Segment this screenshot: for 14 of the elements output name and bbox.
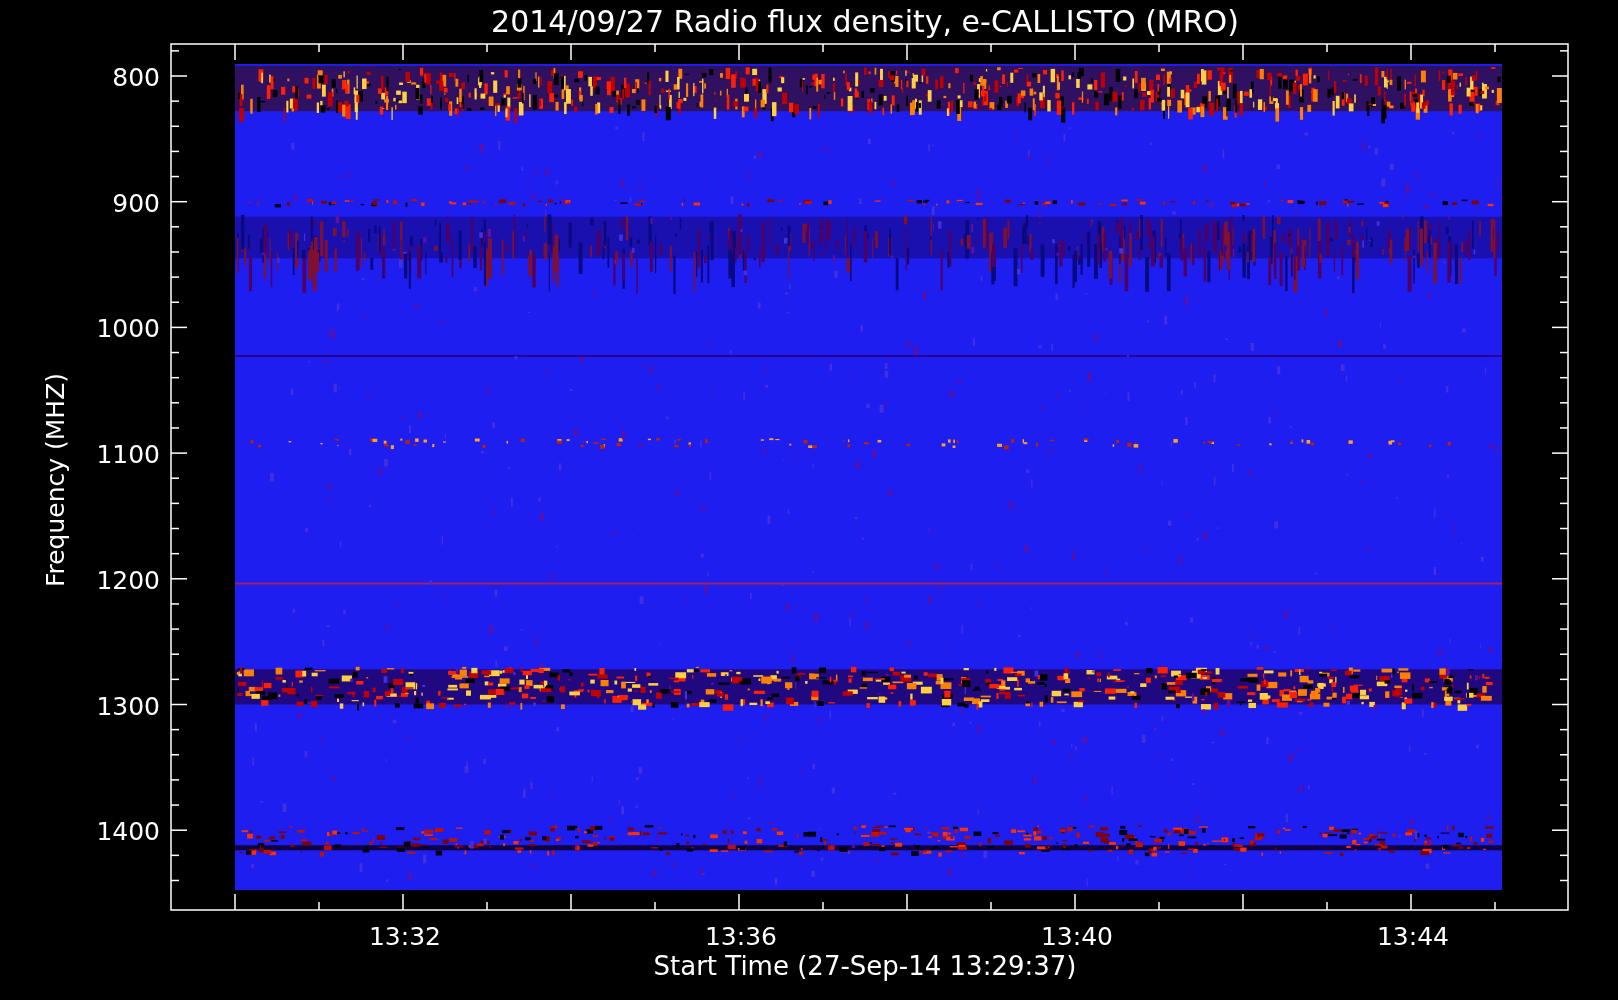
x-tick-label: 13:40 <box>1041 922 1113 951</box>
y-tick-label: 800 <box>112 63 160 92</box>
y-tick-label: 1000 <box>96 314 160 344</box>
y-tick-label: 1300 <box>96 691 160 721</box>
plot-title: 2014/09/27 Radio flux density, e-CALLISTO (MRO) <box>491 4 1239 39</box>
y-tick-label: 900 <box>112 188 160 218</box>
x-tick-label: 13:36 <box>705 922 777 951</box>
x-tick-label: 13:44 <box>1377 922 1449 951</box>
y-tick-label: 1400 <box>96 817 160 847</box>
y-tick-label: 1100 <box>96 440 160 470</box>
y-tick-label: 1200 <box>96 565 160 595</box>
x-tick-label: 13:32 <box>369 922 441 951</box>
y-axis-label: Frequency (MHZ) <box>41 372 70 588</box>
x-axis-label: Start Time (27-Sep-14 13:29:37) <box>653 951 1077 981</box>
